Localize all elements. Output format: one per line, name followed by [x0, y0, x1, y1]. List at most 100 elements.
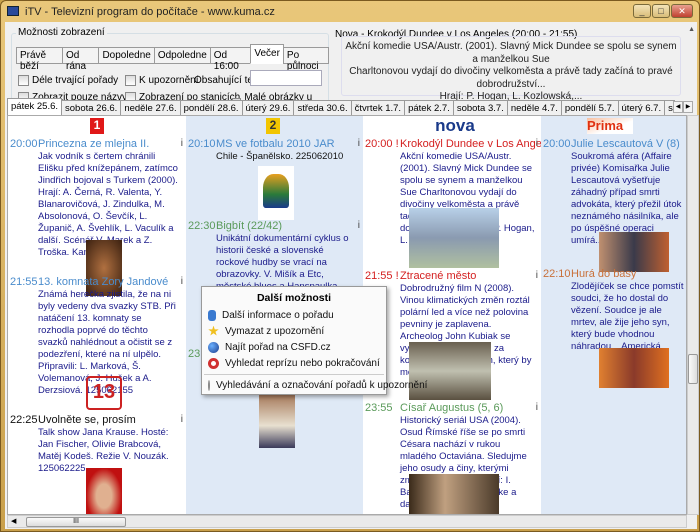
program-title: Ztracené město	[400, 270, 477, 282]
program-image	[259, 392, 295, 448]
menu-title: Další možnosti	[256, 292, 332, 304]
channel-column-prima: Prima 20:00 Julie Lescautová V (8) Soukr…	[541, 116, 686, 514]
day-tab[interactable]: sobota 3.7.	[452, 100, 508, 116]
day-tab[interactable]: úterý 29.6.	[241, 100, 295, 116]
komnata-logo-image: 13	[86, 376, 122, 410]
scroll-thumb[interactable]: III	[26, 517, 126, 527]
day-tab[interactable]: neděle 27.6.	[120, 100, 181, 116]
text-filter-input[interactable]	[250, 70, 322, 86]
close-button[interactable]: ✕	[671, 4, 693, 18]
menu-item-search-mark[interactable]: Vyhledávání a označování pořadů k upozor…	[202, 377, 427, 393]
window-title: iTV - Televizní program do počítače - ww…	[25, 6, 275, 18]
day-tab[interactable]: neděle 4.7.	[506, 100, 562, 116]
info-icon[interactable]: i	[536, 402, 538, 413]
tab-od-rana[interactable]: Od rána	[61, 47, 100, 72]
info-icon[interactable]: i	[181, 276, 183, 287]
scroll-up-icon[interactable]: ▲	[688, 26, 695, 33]
tab-scroll-right-icon[interactable]: ▶	[683, 101, 693, 113]
day-tab[interactable]: středa 30.6.	[293, 100, 352, 116]
program-title: MS ve fotbalu 2010 JAR	[216, 138, 335, 150]
program-time: 20:00 !	[365, 138, 399, 150]
program-title: Bigbít (22/42)	[216, 220, 283, 232]
tab-vecer[interactable]: Večer	[250, 44, 284, 64]
tab-po-pulnoci[interactable]: Po půlnoci	[282, 47, 329, 72]
context-menu: Další možnosti Další informace o pořadu …	[201, 286, 427, 395]
program-time: 21:55	[10, 276, 38, 288]
program-title: Julie Lescautová V (8)	[571, 138, 680, 150]
program-image	[409, 474, 499, 514]
scroll-thumb[interactable]	[688, 354, 698, 384]
info-icon[interactable]: i	[358, 138, 360, 149]
info-icon[interactable]: i	[536, 270, 538, 281]
info-icon[interactable]: i	[181, 138, 183, 149]
magnifier-icon	[208, 379, 210, 391]
program-time: 21:55 !	[365, 270, 399, 282]
program-image	[409, 342, 491, 400]
long-shows-checkbox[interactable]: Déle trvající pořady	[18, 75, 118, 86]
menu-item-label: Další informace o pořadu	[222, 309, 334, 321]
group-label: Možnosti zobrazení	[16, 27, 107, 38]
program-time: 23:55	[365, 402, 393, 414]
nova-logo: nova	[435, 116, 475, 135]
tab-odpoledne[interactable]: Odpoledne	[153, 47, 211, 64]
client-area: Možnosti zobrazení Právě běží Od rána Do…	[5, 22, 699, 529]
maximize-button[interactable]: □	[652, 4, 670, 18]
day-tab[interactable]: pondělí 28.6.	[179, 100, 243, 116]
scroll-left-icon[interactable]: ◀	[11, 517, 16, 525]
time-tabs: Právě běží Od rána Dopoledne Odpoledne O…	[16, 44, 329, 72]
vertical-scrollbar[interactable]	[687, 115, 699, 515]
program-title: Uvolněte se, prosím	[38, 414, 136, 426]
program-time: 22:10	[543, 268, 571, 280]
program-title: 13. komnata Zory Jandové	[38, 276, 169, 288]
star-icon	[208, 325, 219, 336]
ct2-logo: 2	[266, 118, 280, 134]
day-tabs: pátek 25.6. sobota 26.6. neděle 27.6. pondě…	[7, 98, 675, 116]
tab-dopoledne[interactable]: Dopoledne	[98, 47, 155, 64]
program-desc: Zlodějíček se chce pomstít soudci, že ho…	[571, 281, 684, 352]
fifa-logo-image	[258, 166, 294, 220]
menu-item-find-rerun[interactable]: Vyhledat reprízu nebo pokračování	[202, 355, 386, 371]
program-title: Císař Augustus (5, 6)	[400, 402, 504, 414]
program-time: 20:10	[188, 138, 216, 150]
minimize-button[interactable]: _	[633, 4, 651, 18]
menu-item-label: Vyhledávání a označování pořadů k upozor…	[216, 379, 428, 391]
day-tab[interactable]: úterý 6.7.	[617, 100, 666, 116]
display-options-group: Možnosti zobrazení Právě běží Od rána Do…	[11, 27, 329, 114]
menu-item-label: Vyhledat reprízu nebo pokračování	[225, 357, 380, 369]
info-line: Charltonovou vydají do divočiny velkoměs…	[349, 66, 673, 90]
day-tab[interactable]: pátek 25.6.	[7, 98, 63, 116]
horizontal-scrollbar[interactable]: ◀ III	[7, 515, 687, 528]
menu-item-more-info[interactable]: Další informace o pořadu	[202, 307, 386, 323]
menu-item-label: Najít pořad na CSFD.cz	[225, 341, 331, 353]
menu-item-csfd[interactable]: Najít pořad na CSFD.cz	[202, 339, 386, 355]
tab-od-16[interactable]: Od 16:00	[209, 47, 252, 72]
day-tab[interactable]: čtvrtek 1.7.	[350, 100, 406, 116]
day-tab[interactable]: sobota 26.6.	[61, 100, 122, 116]
program-image	[86, 468, 122, 514]
day-tab[interactable]: pondělí 5.7.	[560, 100, 619, 116]
menu-item-remove-notify[interactable]: Vymazat z upozornění	[202, 323, 386, 339]
checkbox-label: Déle trvající pořady	[32, 75, 119, 86]
day-tab[interactable]: pátek 2.7.	[404, 100, 454, 116]
tab-scroll-left-icon[interactable]: ◀	[673, 101, 683, 113]
program-title: Princezna ze mlejna II.	[38, 138, 150, 150]
program-time: 20:00	[10, 138, 38, 150]
app-window: iTV - Televizní program do počítače - ww…	[0, 0, 700, 532]
magnet-icon	[208, 357, 219, 369]
info-person-icon	[208, 309, 216, 321]
program-title: Hurá do basy	[571, 268, 637, 280]
tab-prave-bezi[interactable]: Právě běží	[16, 47, 63, 72]
program-title: Krokodýl Dundee v Los Angeles	[400, 138, 556, 150]
checkbox-label: K upozornění	[139, 75, 199, 86]
title-bar: iTV - Televizní program do počítače - ww…	[5, 3, 697, 21]
channel-column-ct1: 1 20:00 Princezna ze mlejna II. i Jak vo…	[8, 116, 186, 514]
menu-separator	[204, 374, 384, 375]
info-panel: Akční komedie USA/Austr. (2001). Slavný …	[341, 36, 681, 102]
channel-column-nova: nova 20:00 ! Krokodýl Dundee v Los Angel…	[363, 116, 556, 514]
ct1-logo: 1	[90, 118, 104, 134]
notify-checkbox[interactable]: K upozornění	[125, 75, 199, 86]
info-icon[interactable]: i	[358, 220, 360, 231]
menu-item-label: Vymazat z upozornění	[225, 325, 325, 337]
info-icon[interactable]: i	[181, 414, 183, 425]
info-icon[interactable]: i	[536, 138, 538, 149]
